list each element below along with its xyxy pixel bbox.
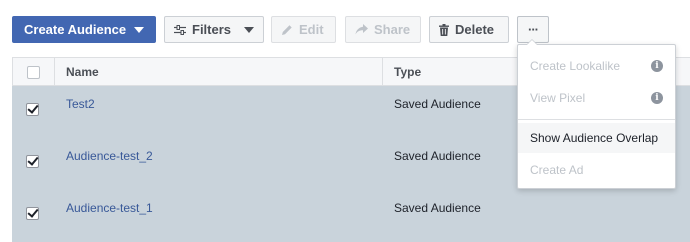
menu-item-label: Create Ad (530, 163, 584, 177)
audience-type: Saved Audience (394, 149, 481, 163)
pencil-icon (281, 24, 293, 36)
row-checkbox[interactable] (26, 155, 39, 168)
share-button[interactable]: Share (345, 16, 421, 43)
create-audience-label: Create Audience (24, 22, 127, 37)
menu-pointer (526, 39, 538, 45)
audience-type: Saved Audience (394, 201, 481, 215)
menu-item-show-audience-overlap[interactable]: Show Audience Overlap (518, 123, 675, 153)
audience-name-link[interactable]: Audience-test_2 (66, 149, 153, 163)
trash-icon (439, 23, 449, 36)
more-options-menu: Create Lookalike i View Pixel i Show Aud… (517, 39, 676, 189)
chevron-down-icon (134, 26, 144, 33)
table-row[interactable]: Audience-test_1 Saved Audience (12, 190, 690, 242)
ellipsis-icon: ··· (528, 22, 539, 37)
column-header-name[interactable]: Name (54, 58, 382, 86)
edit-label: Edit (299, 22, 324, 37)
menu-item-create-lookalike[interactable]: Create Lookalike i (518, 51, 675, 81)
menu-item-view-pixel[interactable]: View Pixel i (518, 83, 675, 113)
share-label: Share (374, 22, 411, 37)
row-checkbox[interactable] (26, 207, 39, 220)
info-icon: i (651, 92, 663, 104)
select-all-checkbox[interactable] (27, 65, 40, 79)
chevron-down-icon (244, 26, 254, 33)
row-checkbox[interactable] (26, 103, 39, 116)
audience-type: Saved Audience (394, 97, 481, 111)
select-all-cell (12, 58, 54, 86)
menu-item-label: Create Lookalike (530, 59, 621, 73)
menu-divider (518, 119, 675, 120)
filters-label: Filters (192, 22, 232, 37)
filters-button[interactable]: Filters (164, 16, 264, 43)
sliders-icon (174, 24, 186, 35)
delete-label: Delete (455, 22, 495, 37)
info-icon: i (651, 60, 663, 72)
create-audience-button[interactable]: Create Audience (12, 16, 156, 43)
edit-button[interactable]: Edit (271, 16, 336, 43)
menu-item-label: Show Audience Overlap (530, 131, 659, 145)
audience-name-link[interactable]: Test2 (66, 97, 95, 111)
audience-name-link[interactable]: Audience-test_1 (66, 201, 153, 215)
delete-button[interactable]: Delete (429, 16, 509, 43)
menu-item-create-ad[interactable]: Create Ad (518, 155, 675, 185)
share-icon (355, 24, 368, 35)
menu-item-label: View Pixel (530, 91, 586, 105)
